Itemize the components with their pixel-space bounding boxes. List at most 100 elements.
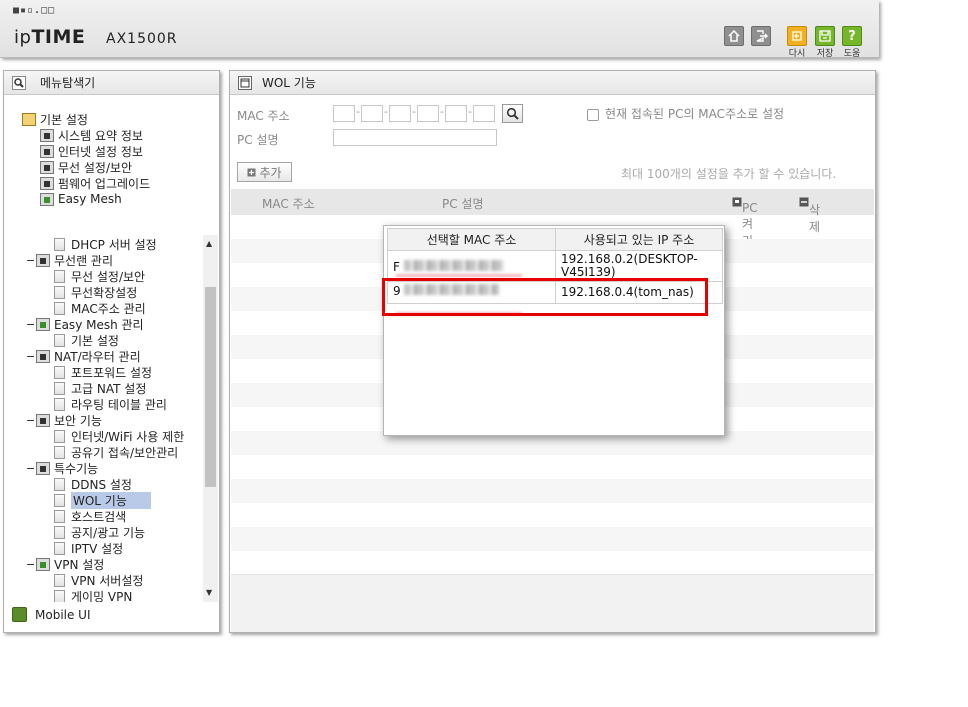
scroll-up-arrow-icon[interactable]: ▲ — [206, 239, 212, 248]
tree-item-wol[interactable]: WOL 기능 — [54, 491, 151, 509]
table-row — [231, 527, 874, 551]
use-current-pc-checkbox[interactable] — [587, 109, 599, 121]
tree-item-port-forward[interactable]: 포트포워드 설정 — [54, 364, 152, 380]
tree-item-mac-manage[interactable]: MAC주소 관리 — [54, 300, 146, 316]
tree-label: 포트포워드 설정 — [71, 365, 153, 380]
tree-group-easy-mesh[interactable]: − Easy Mesh 관리 — [26, 316, 144, 332]
scroll-down-arrow-icon[interactable]: ▼ — [206, 588, 212, 597]
tree-item-firmware[interactable]: 펌웨어 업그레이드 — [40, 175, 150, 191]
tree-item-advanced-nat[interactable]: 고급 NAT 설정 — [54, 380, 146, 396]
mac-field-3[interactable] — [389, 105, 411, 122]
popup-col-mac: 선택할 MAC 주소 — [387, 228, 556, 251]
tree-item-wireless[interactable]: 무선 설정/보안 — [40, 159, 132, 175]
col-delete[interactable]: 삭제 — [799, 195, 820, 234]
reload-button[interactable] — [787, 26, 807, 46]
tree-label: 무선 설정/보안 — [71, 269, 146, 284]
page-icon — [54, 333, 65, 347]
mac-field-6[interactable] — [473, 105, 495, 122]
save-button[interactable] — [815, 26, 835, 46]
mac-field-1[interactable] — [333, 105, 355, 122]
tree-group-nat[interactable]: − NAT/라우터 관리 — [26, 348, 141, 364]
tree-label: 공지/광고 기능 — [71, 525, 146, 540]
tree-item-internet-info[interactable]: 인터넷 설정 정보 — [40, 143, 143, 159]
wol-title: WOL 기능 — [262, 76, 316, 90]
page-icon — [54, 301, 65, 315]
page-icon — [54, 381, 65, 395]
tree-group-special[interactable]: − 특수기능 — [26, 460, 98, 476]
plus-icon — [247, 168, 256, 176]
mobile-icon — [12, 607, 27, 622]
home-button[interactable] — [724, 26, 744, 46]
page-icon — [54, 509, 65, 523]
tree-item-host-search[interactable]: 호스트검색 — [54, 508, 126, 524]
tree-item-vpn-server[interactable]: VPN 서버설정 — [54, 572, 143, 588]
pink-underline — [396, 274, 522, 277]
page-icon — [54, 525, 65, 539]
tree-item-gaming-vpn[interactable]: 게이밍 VPN — [54, 588, 132, 602]
tree-item-system-summary[interactable]: 시스템 요약 정보 — [40, 127, 143, 143]
tree-item-notice-ad[interactable]: 공지/광고 기능 — [54, 524, 145, 540]
mobile-ui-link[interactable]: Mobile UI — [12, 607, 91, 622]
tree-group-basic[interactable]: 기본 설정 — [22, 111, 88, 127]
page-icon — [54, 429, 65, 443]
tree-item-wireless-security[interactable]: 무선 설정/보안 — [54, 268, 145, 284]
tree-label: DHCP 서버 설정 — [71, 237, 157, 252]
tree-item-access-security[interactable]: 공유기 접속/보안관리 — [54, 444, 178, 460]
tree-group-security[interactable]: − 보안 기능 — [26, 412, 102, 428]
tree-label: 인터넷/WiFi 사용 제한 — [71, 429, 185, 444]
minus-icon — [799, 197, 809, 207]
popup-col-ip: 사용되고 있는 IP 주소 — [555, 228, 723, 251]
tree-label: 특수기능 — [54, 461, 99, 476]
page-icon — [54, 445, 65, 459]
wifi-icon — [40, 160, 54, 174]
tree-item-wireless-extend[interactable]: 무선확장설정 — [54, 284, 137, 300]
mac-separator: - — [412, 105, 416, 118]
tree-group-vpn[interactable]: − VPN 설정 — [26, 556, 104, 572]
mac-separator: - — [440, 105, 444, 118]
mac-field-2[interactable] — [361, 105, 383, 122]
tree-item-routing-table[interactable]: 라우팅 테이블 관리 — [54, 396, 167, 412]
tree-scroll-area[interactable]: DHCP 서버 설정 − 무선랜 관리 무선 설정/보안 무선확장설정 MAC주소… — [4, 235, 219, 602]
tree-label: 무선 설정/보안 — [58, 160, 133, 175]
tree-label: MAC주소 관리 — [71, 301, 146, 316]
tree-group-wlan[interactable]: − 무선랜 관리 — [26, 252, 113, 268]
wifi-icon — [36, 253, 50, 267]
page-icon — [54, 477, 65, 491]
pc-description-input[interactable] — [333, 129, 497, 146]
popup-header-row: 선택할 MAC 주소 사용되고 있는 IP 주소 — [387, 228, 723, 251]
mac-prefix: F — [393, 260, 400, 274]
menu-explorer-title: 메뉴탐색기 — [4, 71, 219, 95]
add-label: 추가 — [259, 165, 282, 180]
brand-bold: TIME — [31, 26, 86, 48]
col-wake[interactable]: PC 켜기 — [732, 195, 758, 248]
sidebar-scrollbar[interactable]: ▲ ▼ — [203, 235, 218, 602]
ip-value: 192.168.0.2(DESKTOP-V45I139) — [561, 252, 698, 279]
tree-item-dhcp[interactable]: DHCP 서버 설정 — [54, 236, 157, 252]
window-icon — [238, 75, 252, 90]
scroll-thumb[interactable] — [205, 287, 216, 487]
save-icon — [819, 30, 831, 42]
page-icon — [54, 285, 65, 299]
tree-label: 인터넷 설정 정보 — [58, 144, 143, 159]
reload-caption: 다시 — [788, 49, 806, 59]
add-button[interactable]: 추가 — [237, 162, 292, 182]
page-icon — [54, 589, 65, 602]
model-name: AX1500R — [106, 31, 178, 47]
use-current-pc-label: 현재 접속된 PC의 MAC주소로 설정 — [605, 107, 785, 121]
tree-label: Easy Mesh 관리 — [54, 317, 144, 332]
blurred-mac — [403, 260, 504, 271]
help-button[interactable]: ? — [842, 26, 862, 46]
tree-item-mesh-basic[interactable]: 기본 설정 — [54, 332, 119, 348]
brand-light: ip — [14, 27, 32, 48]
logout-button[interactable] — [751, 26, 771, 46]
tree-item-iptv[interactable]: IPTV 설정 — [54, 540, 123, 556]
mac-search-button[interactable] — [502, 104, 523, 123]
mac-field-5[interactable] — [445, 105, 467, 122]
mesh-icon — [36, 317, 50, 331]
tree-item-ddns[interactable]: DDNS 설정 — [54, 476, 132, 492]
tree-label: 호스트검색 — [71, 509, 127, 524]
tree-item-easy-mesh[interactable]: Easy Mesh — [40, 191, 122, 207]
mac-field-4[interactable] — [417, 105, 439, 122]
pc-description-label: PC 설명 — [237, 133, 279, 147]
tree-item-internet-limit[interactable]: 인터넷/WiFi 사용 제한 — [54, 428, 184, 444]
